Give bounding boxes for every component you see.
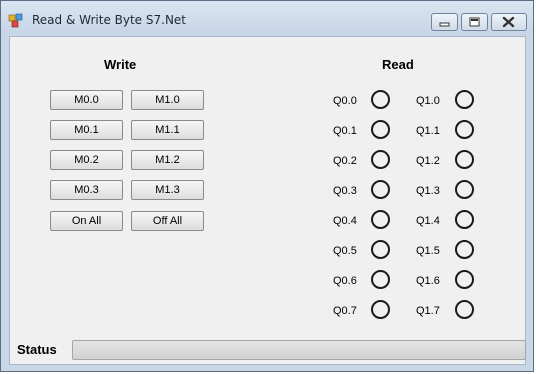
title-bar[interactable]: Read & Write Byte S7.Net bbox=[1, 1, 533, 34]
q1-0-label: Q1.0 bbox=[416, 95, 440, 107]
q0-5-label: Q0.5 bbox=[333, 245, 357, 257]
m1-3-button[interactable]: M1.3 bbox=[131, 180, 204, 200]
q0-4-indicator bbox=[371, 210, 390, 229]
main-window: Read & Write Byte S7.Net Write M0.0 M1.0… bbox=[0, 0, 534, 372]
m1-0-button[interactable]: M1.0 bbox=[131, 90, 204, 110]
q0-7-label: Q0.7 bbox=[333, 305, 357, 317]
window-title: Read & Write Byte S7.Net bbox=[32, 13, 187, 27]
q1-1-indicator bbox=[455, 120, 474, 139]
status-field bbox=[72, 340, 526, 360]
q1-2-indicator bbox=[455, 150, 474, 169]
maximize-icon bbox=[469, 17, 480, 27]
q1-6-label: Q1.6 bbox=[416, 275, 440, 287]
q0-0-indicator bbox=[371, 90, 390, 109]
q1-1-label: Q1.1 bbox=[416, 125, 440, 137]
m0-1-button[interactable]: M0.1 bbox=[50, 120, 123, 140]
q0-3-indicator bbox=[371, 180, 390, 199]
q1-5-label: Q1.5 bbox=[416, 245, 440, 257]
status-label: Status bbox=[17, 342, 57, 357]
on-all-button[interactable]: On All bbox=[50, 211, 123, 231]
q1-2-label: Q1.2 bbox=[416, 155, 440, 167]
q1-7-indicator bbox=[455, 300, 474, 319]
q0-4-label: Q0.4 bbox=[333, 215, 357, 227]
q0-1-indicator bbox=[371, 120, 390, 139]
q1-0-indicator bbox=[455, 90, 474, 109]
q0-0-label: Q0.0 bbox=[333, 95, 357, 107]
q1-3-label: Q1.3 bbox=[416, 185, 440, 197]
q0-6-indicator bbox=[371, 270, 390, 289]
write-heading: Write bbox=[104, 57, 137, 72]
m0-3-button[interactable]: M0.3 bbox=[50, 180, 123, 200]
m1-1-button[interactable]: M1.1 bbox=[131, 120, 204, 140]
read-heading: Read bbox=[382, 57, 414, 72]
close-button[interactable] bbox=[491, 13, 527, 31]
maximize-button[interactable] bbox=[461, 13, 488, 31]
minimize-button[interactable] bbox=[431, 13, 458, 31]
q0-6-label: Q0.6 bbox=[333, 275, 357, 287]
q0-1-label: Q0.1 bbox=[333, 125, 357, 137]
form-client-area: Write M0.0 M1.0 M0.1 M1.1 M0.2 M1.2 M0.3… bbox=[9, 36, 526, 365]
q0-5-indicator bbox=[371, 240, 390, 259]
q1-4-label: Q1.4 bbox=[416, 215, 440, 227]
minimize-icon bbox=[439, 22, 450, 27]
q1-3-indicator bbox=[455, 180, 474, 199]
q0-2-label: Q0.2 bbox=[333, 155, 357, 167]
q1-4-indicator bbox=[455, 210, 474, 229]
m0-0-button[interactable]: M0.0 bbox=[50, 90, 123, 110]
q1-5-indicator bbox=[455, 240, 474, 259]
off-all-button[interactable]: Off All bbox=[131, 211, 204, 231]
q1-6-indicator bbox=[455, 270, 474, 289]
app-icon bbox=[8, 13, 23, 28]
m1-2-button[interactable]: M1.2 bbox=[131, 150, 204, 170]
q0-2-indicator bbox=[371, 150, 390, 169]
q0-3-label: Q0.3 bbox=[333, 185, 357, 197]
q1-7-label: Q1.7 bbox=[416, 305, 440, 317]
q0-7-indicator bbox=[371, 300, 390, 319]
m0-2-button[interactable]: M0.2 bbox=[50, 150, 123, 170]
close-icon bbox=[502, 16, 515, 28]
